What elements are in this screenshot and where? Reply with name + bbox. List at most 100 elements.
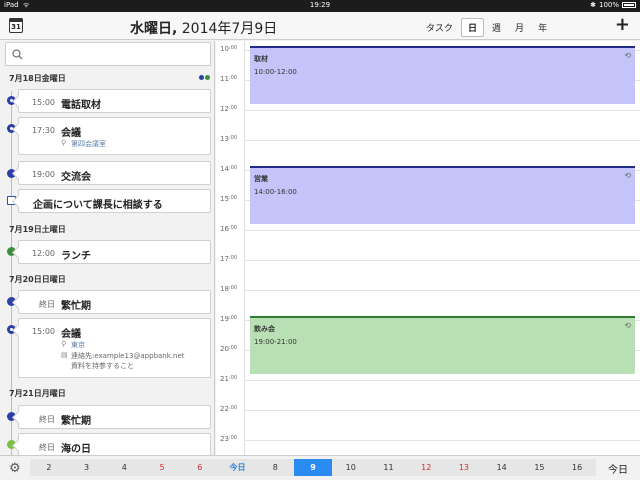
event-time: 10:00-12:00 [254, 68, 297, 76]
date-strip-day[interactable]: 2 [30, 459, 68, 476]
view-tab-task[interactable]: タスク [420, 19, 459, 36]
agenda-pane[interactable]: 7月18日金曜日 15:00 電話取材 17:30 会議 ⚲ 第四会議室 19:… [0, 41, 215, 455]
status-bar: iPad ︎ ᯤ 19:29 ✱ 100% [0, 0, 640, 12]
event-block[interactable]: 営業 14:00-16:00 ⟲ [250, 166, 635, 224]
repeat-icon: ⟲ [624, 171, 631, 180]
title-weekday: 水曜日, [130, 21, 178, 37]
bluetooth-icon: ✱ [590, 1, 596, 9]
event-title: ランチ [61, 251, 91, 262]
header: 31 水曜日, 2014年7月9日 タスク 日 週 月 年 + [0, 12, 640, 40]
repeat-icon: ⟲ [624, 321, 631, 330]
event-time: 17:30 [31, 126, 55, 135]
event-time: 14:00-16:00 [254, 188, 297, 196]
hour-label: 14:00 [220, 165, 237, 173]
event-time: 終日 [39, 415, 55, 424]
date-strip-day[interactable]: 8 [256, 459, 294, 476]
bottom-bar: ⚙ 2 3 4 5 6 今日 8 9 10 11 12 13 14 15 16 今日 [0, 455, 640, 480]
list-item[interactable]: 17:30 会議 ⚲ 第四会議室 [18, 117, 211, 155]
hour-label: 21:00 [220, 375, 237, 383]
add-button[interactable]: + [615, 16, 630, 34]
view-tab-day[interactable]: 日 [461, 18, 485, 37]
date-strip-day[interactable]: 14 [483, 459, 521, 476]
date-strip-day[interactable]: 15 [521, 459, 559, 476]
battery-percent: 100% [598, 1, 619, 9]
date-strip-day[interactable]: 12 [407, 459, 445, 476]
hour-label: 17:00 [220, 255, 237, 263]
date-strip: 2 3 4 5 6 今日 8 9 10 11 12 13 14 15 16 [30, 459, 596, 476]
title-date: 2014年7月9日 [177, 21, 278, 37]
date-header: 7月21日月曜日 [9, 389, 66, 398]
event-time: 19:00 [31, 170, 55, 179]
calendar-dot [199, 75, 204, 80]
view-tab-month[interactable]: 月 [509, 19, 530, 36]
grid-divider [244, 41, 245, 455]
hour-label: 10:00 [220, 45, 237, 53]
status-time: 19:29 [309, 1, 331, 9]
view-switch: タスク 日 週 月 年 [420, 18, 553, 37]
today-button[interactable]: 今日 [608, 461, 628, 476]
event-time: 19:00-21:00 [254, 338, 297, 346]
event-title: 繁忙期 [61, 416, 91, 427]
event-note: 資料を持参すること [71, 362, 134, 370]
list-item[interactable]: 終日 繁忙期 [18, 290, 211, 314]
date-strip-day[interactable]: 16 [558, 459, 596, 476]
list-item[interactable]: 15:00 会議 ⚲ 東京 ▤ 連絡先:example13@appbank.ne… [18, 318, 211, 378]
battery-icon [622, 2, 636, 8]
event-time: 終日 [39, 443, 55, 452]
event-time: 15:00 [31, 327, 55, 336]
page-title: 水曜日, 2014年7月9日 [130, 18, 277, 38]
timeline-line [11, 91, 12, 455]
hour-label: 15:00 [220, 195, 237, 203]
event-block[interactable]: 飲み会 19:00-21:00 ⟲ [250, 316, 635, 374]
hour-label: 23:00 [220, 435, 237, 443]
hour-label: 18:00 [220, 285, 237, 293]
event-note: 連絡先:example13@appbank.net [71, 352, 185, 360]
date-strip-day[interactable]: 4 [105, 459, 143, 476]
list-item[interactable]: 12:00 ランチ [18, 240, 211, 264]
date-strip-day[interactable]: 13 [445, 459, 483, 476]
view-tab-year[interactable]: 年 [532, 19, 553, 36]
date-strip-day[interactable]: 今日 [219, 459, 257, 476]
date-strip-day[interactable]: 9 [294, 459, 332, 476]
list-item[interactable]: 15:00 電話取材 [18, 89, 211, 113]
search-input[interactable] [5, 42, 211, 66]
list-item[interactable]: 終日 繁忙期 [18, 405, 211, 429]
hour-line [244, 440, 640, 441]
hour-line [244, 260, 640, 261]
event-time: 終日 [39, 300, 55, 309]
date-strip-day[interactable]: 3 [68, 459, 106, 476]
list-item[interactable]: 19:00 交流会 [18, 161, 211, 185]
day-view[interactable]: 10:00 11:00 12:00 13:00 14:00 15:00 16:00 17:00… [216, 41, 640, 455]
list-item[interactable]: 企画について課長に相談する [18, 189, 211, 213]
date-strip-day[interactable]: 6 [181, 459, 219, 476]
hour-label: 16:00 [220, 225, 237, 233]
hour-label: 20:00 [220, 345, 237, 353]
hour-label: 22:00 [220, 405, 237, 413]
event-location: 東京 [71, 341, 85, 349]
event-block[interactable]: 取材 10:00-12:00 ⟲ [250, 46, 635, 104]
event-title: 繁忙期 [61, 301, 91, 312]
gear-icon[interactable]: ⚙ [9, 461, 21, 476]
hour-label: 11:00 [220, 75, 237, 83]
event-title: 飲み会 [254, 325, 275, 333]
event-location: 第四会議室 [71, 140, 106, 148]
date-header: 7月20日日曜日 [9, 275, 66, 284]
note-icon: ▤ [61, 351, 68, 359]
view-tab-week[interactable]: 週 [486, 19, 507, 36]
list-item[interactable]: 終日 海の日 [18, 433, 211, 455]
event-title: 会議 [61, 329, 81, 340]
date-strip-day[interactable]: 11 [370, 459, 408, 476]
calendar-icon[interactable]: 31 [9, 18, 23, 33]
hour-label: 13:00 [220, 135, 237, 143]
date-header: 7月18日金曜日 [9, 74, 66, 83]
search-icon [12, 49, 23, 60]
date-strip-day[interactable]: 5 [143, 459, 181, 476]
hour-line [244, 230, 640, 231]
status-right: ✱ 100% [590, 1, 636, 9]
event-time: 15:00 [31, 98, 55, 107]
event-title: 電話取材 [61, 100, 101, 111]
hour-label: 19:00 [220, 315, 237, 323]
event-title: 海の日 [61, 444, 91, 455]
date-strip-day[interactable]: 10 [332, 459, 370, 476]
task-title: 企画について課長に相談する [33, 200, 163, 211]
